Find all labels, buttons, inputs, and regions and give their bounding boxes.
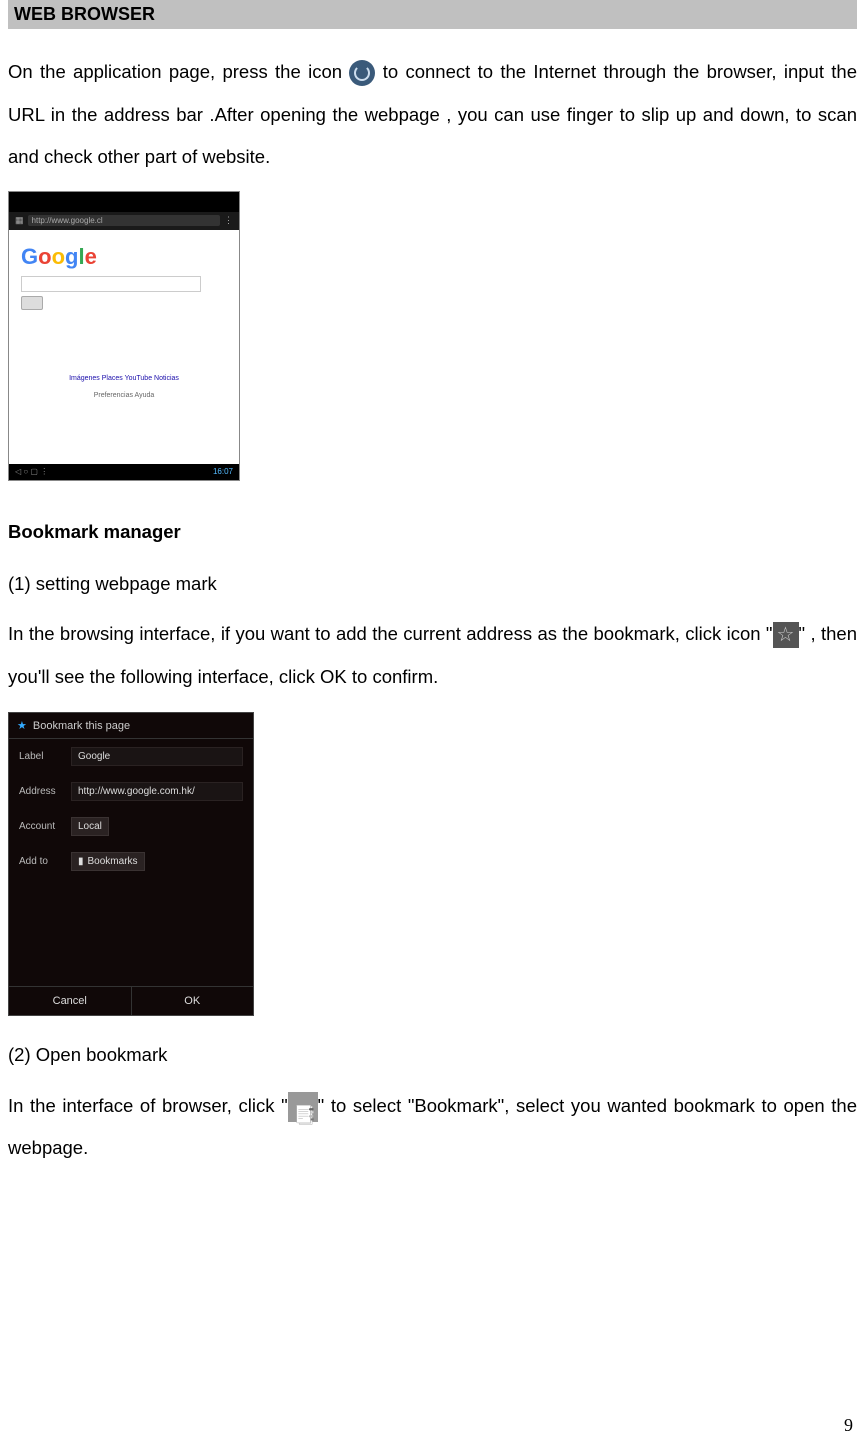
- browser-urlbar: ▦ http://www.google.cl ⋮: [9, 212, 239, 230]
- page-number: 9: [844, 1415, 853, 1436]
- field-addto-label: Add to: [19, 856, 71, 867]
- star-icon: ☆: [773, 622, 799, 648]
- android-navbar: ◁ ○ ▢ ⋮ 16:07: [9, 464, 239, 480]
- para1a: On the application page, press the icon: [8, 61, 349, 82]
- field-label-value: Google: [71, 747, 243, 766]
- google-links: Imágenes Places YouTube Noticias: [17, 375, 231, 382]
- field-account-label: Account: [19, 821, 71, 832]
- field-address-label: Address: [19, 786, 71, 797]
- google-logo: Google: [21, 244, 231, 270]
- url-text: http://www.google.cl: [28, 215, 220, 226]
- bookmark-folder-icon: ▮: [78, 856, 84, 867]
- para3a: In the interface of browser, click ": [8, 1095, 288, 1116]
- bookmark-add-paragraph: In the browsing interface, if you want t…: [8, 613, 857, 698]
- list-item-1: (1) setting webpage mark: [8, 563, 857, 606]
- browser-screenshot: ▦ http://www.google.cl ⋮ Google Imágenes…: [8, 191, 240, 481]
- field-label-label: Label: [19, 751, 71, 762]
- list-item-2: (2) Open bookmark: [8, 1034, 857, 1077]
- time-display: 16:07: [213, 467, 233, 476]
- dialog-row-account: Account Local: [9, 809, 253, 844]
- ok-button: OK: [132, 987, 254, 1015]
- field-account-value: Local: [71, 817, 109, 836]
- browser-icon: [349, 60, 375, 86]
- statusbar-black: [9, 192, 239, 212]
- dialog-buttons: Cancel OK: [9, 986, 253, 1015]
- google-footer: Preferencias Ayuda: [17, 392, 231, 399]
- open-bookmark-paragraph: In the interface of browser, click "" to…: [8, 1085, 857, 1170]
- cancel-button: Cancel: [9, 987, 132, 1015]
- field-address-value: http://www.google.com.hk/: [71, 782, 243, 801]
- google-search-button: [21, 296, 43, 310]
- menu-dots-icon: ⋮: [224, 215, 233, 226]
- google-page: Google Imágenes Places YouTube Noticias …: [9, 230, 239, 399]
- nav-icons: ◁ ○ ▢ ⋮: [15, 467, 48, 476]
- google-search-input: [21, 276, 201, 292]
- intro-paragraph: On the application page, press the icon …: [8, 51, 857, 179]
- dialog-row-addto: Add to ▮ Bookmarks: [9, 844, 253, 879]
- bookmark-dialog-screenshot: Bookmark this page Label Google Address …: [8, 712, 254, 1016]
- para2a: In the browsing interface, if you want t…: [8, 623, 773, 644]
- field-addto-value: ▮ Bookmarks: [71, 852, 145, 871]
- section-header: WEB BROWSER: [8, 0, 857, 29]
- dialog-row-label: Label Google: [9, 739, 253, 774]
- addto-value-text: Bookmarks: [88, 856, 138, 867]
- dialog-row-address: Address http://www.google.com.hk/: [9, 774, 253, 809]
- page-icon: ▦: [15, 215, 24, 226]
- dialog-title: Bookmark this page: [9, 713, 253, 739]
- bookmarks-icon: [288, 1092, 318, 1122]
- subheading-bookmark: Bookmark manager: [8, 521, 857, 543]
